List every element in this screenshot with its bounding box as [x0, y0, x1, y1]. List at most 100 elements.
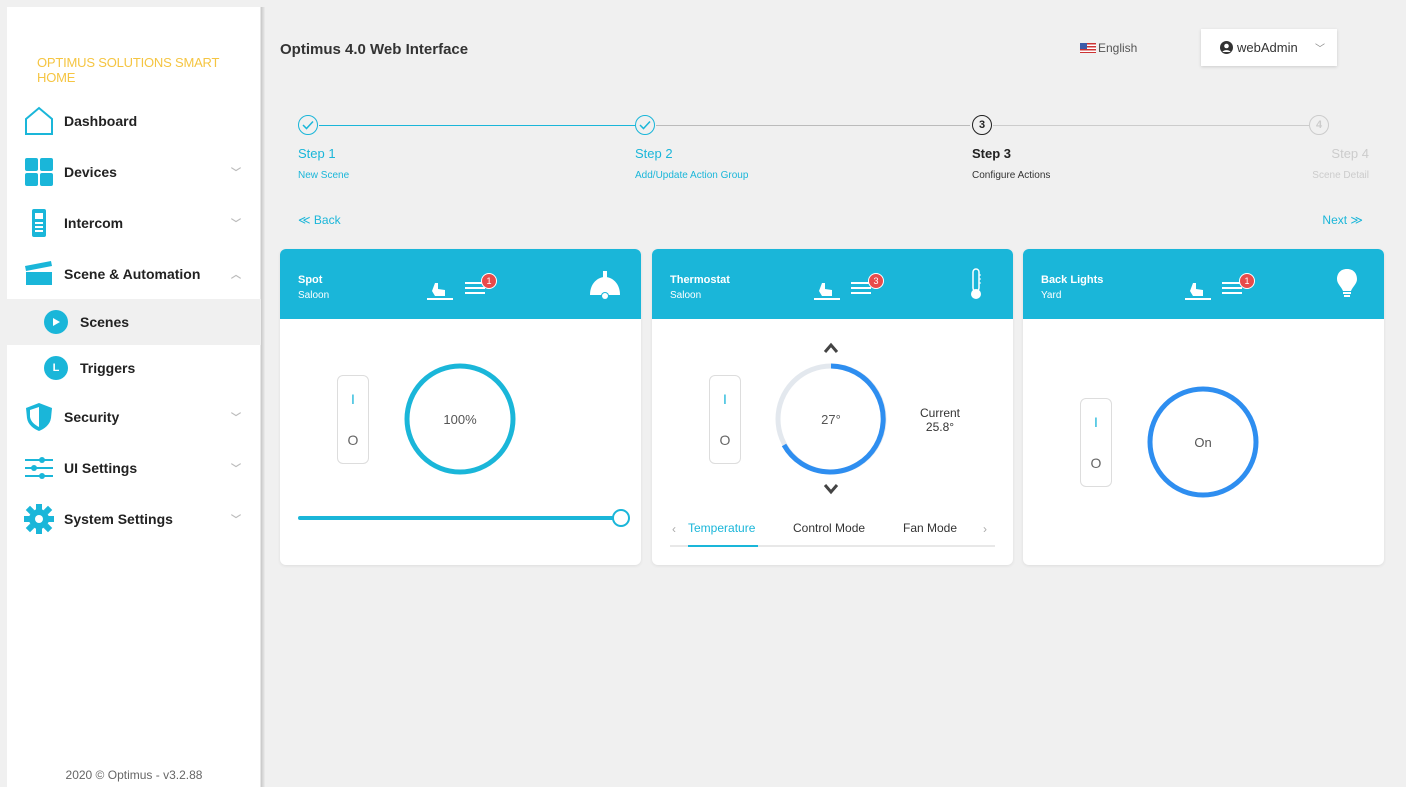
toggle-off-label: O	[347, 432, 359, 448]
sidebar-item-label: Security	[64, 408, 120, 425]
device-location: Saloon	[298, 290, 330, 301]
sidebar-item-label: Intercom	[64, 214, 124, 231]
sidebar-item-system-settings[interactable]: System Settings ﹀	[7, 493, 261, 544]
sidebar-item-dashboard[interactable]: Dashboard	[7, 95, 261, 146]
current-temperature: Current 25.8°	[920, 406, 960, 434]
device-card-spot: Spot Saloon 1 I O 100%	[280, 249, 641, 565]
tab-control-mode[interactable]: Control Mode	[793, 521, 865, 535]
sidebar-item-security[interactable]: Security ﹀	[7, 391, 261, 442]
device-card-back-lights: Back Lights Yard 1 I O On	[1023, 249, 1384, 565]
temperature-down-icon[interactable]	[823, 483, 839, 495]
current-value: 25.8°	[925, 420, 955, 434]
current-label: Current	[920, 406, 961, 420]
sliders-icon	[24, 453, 54, 483]
footer-version: 2020 © Optimus - v3.2.88	[65, 768, 203, 782]
thermostat-tabs: ‹ Temperature Control Mode Fan Mode ›	[670, 519, 995, 547]
home-icon	[24, 106, 54, 136]
sidebar-item-devices[interactable]: Devices ﹀	[7, 146, 261, 197]
sidebar-item-label: Dashboard	[64, 112, 138, 129]
grid-icon	[24, 157, 54, 187]
step-3-subtitle: Configure Actions	[972, 170, 1051, 181]
sidebar-subitem-label: Triggers	[80, 360, 136, 376]
step-2-subtitle: Add/Update Action Group	[635, 170, 749, 181]
toggle-on-label: I	[723, 391, 727, 407]
language-selector[interactable]: English	[1080, 41, 1137, 55]
user-menu[interactable]: webAdmin ﹀	[1201, 29, 1337, 66]
step-connector	[656, 125, 970, 126]
hand-pointer-icon[interactable]	[1183, 279, 1211, 301]
step-2-check-icon	[635, 115, 655, 135]
switch-state: On	[1194, 435, 1212, 450]
hand-pointer-icon[interactable]	[812, 279, 840, 301]
tab-prev-icon[interactable]: ‹	[672, 522, 676, 536]
step-4-subtitle: Scene Detail	[1312, 170, 1369, 181]
play-icon	[44, 310, 68, 334]
slider-handle[interactable]	[612, 509, 630, 527]
sidebar-subitem-label: Scenes	[80, 314, 130, 330]
toggle-on-label: I	[351, 391, 355, 407]
clapperboard-icon	[24, 259, 54, 289]
stepper: 3 4 Step 1 New Scene Step 2 Add/Update A…	[297, 115, 1369, 185]
brand-title: OPTIMUS SOLUTIONS SMART HOME	[37, 55, 220, 85]
sidebar-item-label: Devices	[64, 163, 117, 180]
card-header: Thermostat Saloon 3	[652, 249, 1013, 319]
sidebar-subitem-triggers[interactable]: L Triggers	[7, 345, 261, 391]
sidebar-item-label: Scene & Automation	[64, 265, 201, 282]
tab-next-icon[interactable]: ›	[983, 522, 987, 536]
sidebar-item-label: UI Settings	[64, 459, 138, 476]
sidebar-item-intercom[interactable]: Intercom ﹀	[7, 197, 261, 248]
tab-active-indicator	[688, 545, 758, 547]
thermometer-icon	[971, 268, 981, 299]
bulb-icon	[1337, 269, 1357, 297]
power-toggle[interactable]: I O	[337, 375, 369, 464]
device-name: Spot	[298, 274, 323, 286]
sidebar-item-scene-automation[interactable]: Scene & Automation ︿	[7, 248, 261, 299]
sidebar-subitem-scenes[interactable]: Scenes	[7, 299, 261, 345]
power-toggle[interactable]: I O	[709, 375, 741, 464]
toggle-on-label: I	[1094, 414, 1098, 430]
chevron-down-icon: ﹀	[231, 219, 241, 230]
page-title: Optimus 4.0 Web Interface	[280, 41, 469, 58]
app: OPTIMUS SOLUTIONS SMART HOME Dashboard D…	[0, 0, 1406, 787]
step-1-subtitle: New Scene	[298, 170, 350, 181]
step-connector	[319, 125, 635, 126]
brightness-slider[interactable]	[298, 509, 630, 527]
temperature-up-icon[interactable]	[823, 342, 839, 354]
hand-pointer-icon[interactable]	[425, 279, 453, 301]
tab-temperature[interactable]: Temperature	[688, 521, 755, 535]
action-count-badge: 3	[868, 273, 884, 289]
sidebar-item-label: System Settings	[64, 510, 173, 527]
device-name: Thermostat	[670, 274, 730, 286]
user-icon	[1220, 41, 1233, 54]
chevron-down-icon: ﹀	[1315, 44, 1325, 55]
sidebar-divider	[261, 7, 265, 787]
device-card-thermostat: Thermostat Saloon 3 I O 27° Current 25.8…	[652, 249, 1013, 565]
tab-fan-mode[interactable]: Fan Mode	[903, 521, 957, 535]
next-link[interactable]: Next ≫	[1322, 213, 1363, 227]
sidebar-nav: Dashboard Devices ﹀ Intercom ﹀ Scene & A…	[7, 95, 261, 544]
card-header: Back Lights Yard 1	[1023, 249, 1384, 319]
sidebar: OPTIMUS SOLUTIONS SMART HOME Dashboard D…	[7, 7, 261, 787]
user-name: webAdmin	[1237, 40, 1298, 55]
chevron-down-icon: ﹀	[231, 413, 241, 424]
setpoint-value: 27°	[821, 412, 841, 427]
lamp-icon	[590, 271, 620, 300]
sidebar-item-ui-settings[interactable]: UI Settings ﹀	[7, 442, 261, 493]
device-name: Back Lights	[1041, 274, 1104, 286]
step-4-title: Step 4	[1331, 146, 1369, 161]
back-link[interactable]: ≪ Back	[298, 213, 341, 227]
step-1-check-icon	[298, 115, 318, 135]
us-flag-icon	[1080, 43, 1096, 53]
chevron-down-icon: ﹀	[231, 168, 241, 179]
action-count-badge: 1	[1239, 273, 1255, 289]
intercom-icon	[24, 208, 54, 238]
gear-icon	[24, 503, 54, 534]
chevron-down-icon: ﹀	[231, 515, 241, 526]
step-1-title: Step 1	[298, 146, 336, 161]
step-2-title: Step 2	[635, 146, 673, 161]
step-3-title: Step 3	[972, 146, 1012, 161]
device-location: Saloon	[670, 290, 702, 301]
toggle-off-label: O	[719, 432, 731, 448]
language-label: English	[1098, 41, 1138, 55]
power-toggle[interactable]: I O	[1080, 398, 1112, 487]
